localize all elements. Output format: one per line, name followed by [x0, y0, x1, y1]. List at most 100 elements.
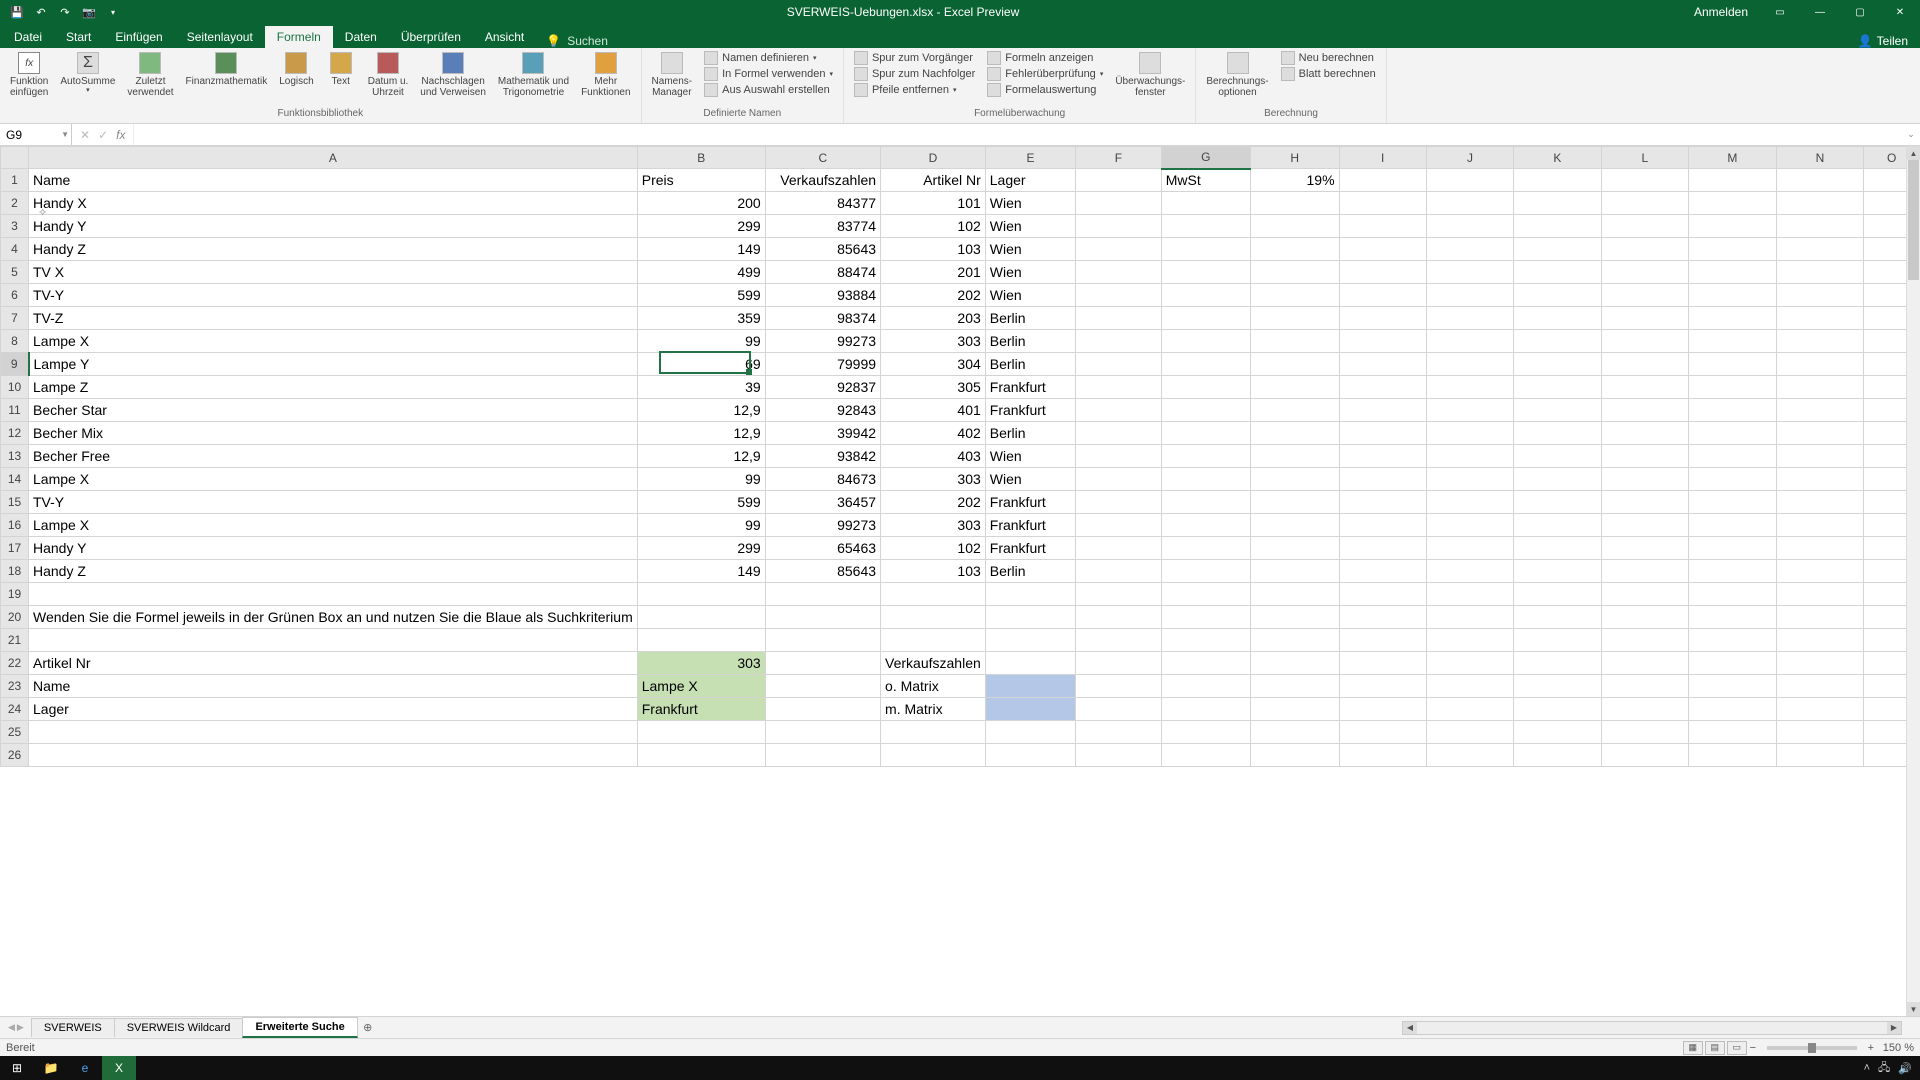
cell-K20[interactable]	[1514, 606, 1602, 629]
cell-E12[interactable]: Berlin	[985, 422, 1075, 445]
cell-A13[interactable]: Becher Free	[29, 445, 638, 468]
camera-icon[interactable]: 📷	[78, 2, 100, 22]
row-header-13[interactable]: 13	[1, 445, 29, 468]
cell-N12[interactable]	[1776, 422, 1864, 445]
row-header-25[interactable]: 25	[1, 721, 29, 744]
column-header-I[interactable]: I	[1339, 147, 1426, 169]
row-header-9[interactable]: 9	[1, 353, 29, 376]
column-header-G[interactable]: G	[1161, 147, 1250, 169]
cell-N18[interactable]	[1776, 560, 1864, 583]
trace-dependents-button[interactable]: Spur zum Nachfolger	[850, 66, 979, 82]
cell-K9[interactable]	[1514, 353, 1602, 376]
column-header-A[interactable]: A	[29, 147, 638, 169]
cell-D13[interactable]: 403	[881, 445, 986, 468]
column-header-J[interactable]: J	[1426, 147, 1513, 169]
row-header-19[interactable]: 19	[1, 583, 29, 606]
row-header-24[interactable]: 24	[1, 698, 29, 721]
cell-N8[interactable]	[1776, 330, 1864, 353]
cell-E26[interactable]	[985, 744, 1075, 767]
cell-J8[interactable]	[1426, 330, 1513, 353]
cell-J2[interactable]	[1426, 192, 1513, 215]
cell-E25[interactable]	[985, 721, 1075, 744]
tray-chevron-icon[interactable]: ˄	[1864, 1062, 1870, 1074]
cell-F18[interactable]	[1076, 560, 1162, 583]
cell-D23[interactable]: o. Matrix	[881, 675, 986, 698]
cell-C7[interactable]: 98374	[765, 307, 880, 330]
cell-M4[interactable]	[1689, 238, 1777, 261]
row-header-8[interactable]: 8	[1, 330, 29, 353]
cell-J23[interactable]	[1426, 675, 1513, 698]
cell-F4[interactable]	[1076, 238, 1162, 261]
cell-E23[interactable]	[985, 675, 1075, 698]
cell-H17[interactable]	[1250, 537, 1339, 560]
cell-N4[interactable]	[1776, 238, 1864, 261]
cell-L14[interactable]	[1601, 468, 1688, 491]
cell-H25[interactable]	[1250, 721, 1339, 744]
cell-A18[interactable]: Handy Z	[29, 560, 638, 583]
cell-J20[interactable]	[1426, 606, 1513, 629]
cell-B11[interactable]: 12,9	[637, 399, 765, 422]
cell-H10[interactable]	[1250, 376, 1339, 399]
cell-F13[interactable]	[1076, 445, 1162, 468]
cell-J11[interactable]	[1426, 399, 1513, 422]
cell-D10[interactable]: 305	[881, 376, 986, 399]
row-header-10[interactable]: 10	[1, 376, 29, 399]
cell-K1[interactable]	[1514, 169, 1602, 192]
cell-C24[interactable]	[765, 698, 880, 721]
cell-L6[interactable]	[1601, 284, 1688, 307]
cell-B26[interactable]	[637, 744, 765, 767]
cell-L24[interactable]	[1601, 698, 1688, 721]
cell-D5[interactable]: 201	[881, 261, 986, 284]
redo-icon[interactable]: ↷	[54, 2, 76, 22]
cell-M12[interactable]	[1689, 422, 1777, 445]
cell-K5[interactable]	[1514, 261, 1602, 284]
cell-I20[interactable]	[1339, 606, 1426, 629]
cell-I12[interactable]	[1339, 422, 1426, 445]
cell-H8[interactable]	[1250, 330, 1339, 353]
cell-I5[interactable]	[1339, 261, 1426, 284]
tab-start[interactable]: Start	[54, 26, 103, 48]
cell-D1[interactable]: Artikel Nr	[881, 169, 986, 192]
row-header-21[interactable]: 21	[1, 629, 29, 652]
vertical-scrollbar[interactable]: ▲ ▼	[1906, 146, 1920, 1016]
cell-C19[interactable]	[765, 583, 880, 606]
cell-K7[interactable]	[1514, 307, 1602, 330]
cell-N24[interactable]	[1776, 698, 1864, 721]
text-button[interactable]: Text	[322, 50, 360, 89]
sheet-tab-sverweis[interactable]: SVERWEIS	[31, 1018, 115, 1037]
cell-G23[interactable]	[1161, 675, 1250, 698]
cell-M18[interactable]	[1689, 560, 1777, 583]
recently-used-button[interactable]: Zuletzt verwendet	[123, 50, 177, 100]
cell-K2[interactable]	[1514, 192, 1602, 215]
cell-F15[interactable]	[1076, 491, 1162, 514]
cell-B10[interactable]: 39	[637, 376, 765, 399]
cell-B14[interactable]: 99	[637, 468, 765, 491]
cell-C25[interactable]	[765, 721, 880, 744]
cell-C5[interactable]: 88474	[765, 261, 880, 284]
cell-H9[interactable]	[1250, 353, 1339, 376]
cell-M7[interactable]	[1689, 307, 1777, 330]
view-normal-button[interactable]: ▦	[1683, 1041, 1703, 1055]
cell-E15[interactable]: Frankfurt	[985, 491, 1075, 514]
cell-C13[interactable]: 93842	[765, 445, 880, 468]
cell-L16[interactable]	[1601, 514, 1688, 537]
cell-D18[interactable]: 103	[881, 560, 986, 583]
cell-J24[interactable]	[1426, 698, 1513, 721]
cell-A19[interactable]	[29, 583, 638, 606]
cell-B18[interactable]: 149	[637, 560, 765, 583]
ribbon-display-icon[interactable]: ▭	[1760, 0, 1800, 24]
cell-M19[interactable]	[1689, 583, 1777, 606]
cell-L5[interactable]	[1601, 261, 1688, 284]
cell-N23[interactable]	[1776, 675, 1864, 698]
name-box[interactable]: G9 ▼	[0, 124, 72, 145]
cell-E21[interactable]	[985, 629, 1075, 652]
cell-K11[interactable]	[1514, 399, 1602, 422]
cell-F12[interactable]	[1076, 422, 1162, 445]
cell-M21[interactable]	[1689, 629, 1777, 652]
cell-I9[interactable]	[1339, 353, 1426, 376]
cell-B22[interactable]: 303	[637, 652, 765, 675]
cell-K23[interactable]	[1514, 675, 1602, 698]
cell-M23[interactable]	[1689, 675, 1777, 698]
cell-D7[interactable]: 203	[881, 307, 986, 330]
cell-F24[interactable]	[1076, 698, 1162, 721]
